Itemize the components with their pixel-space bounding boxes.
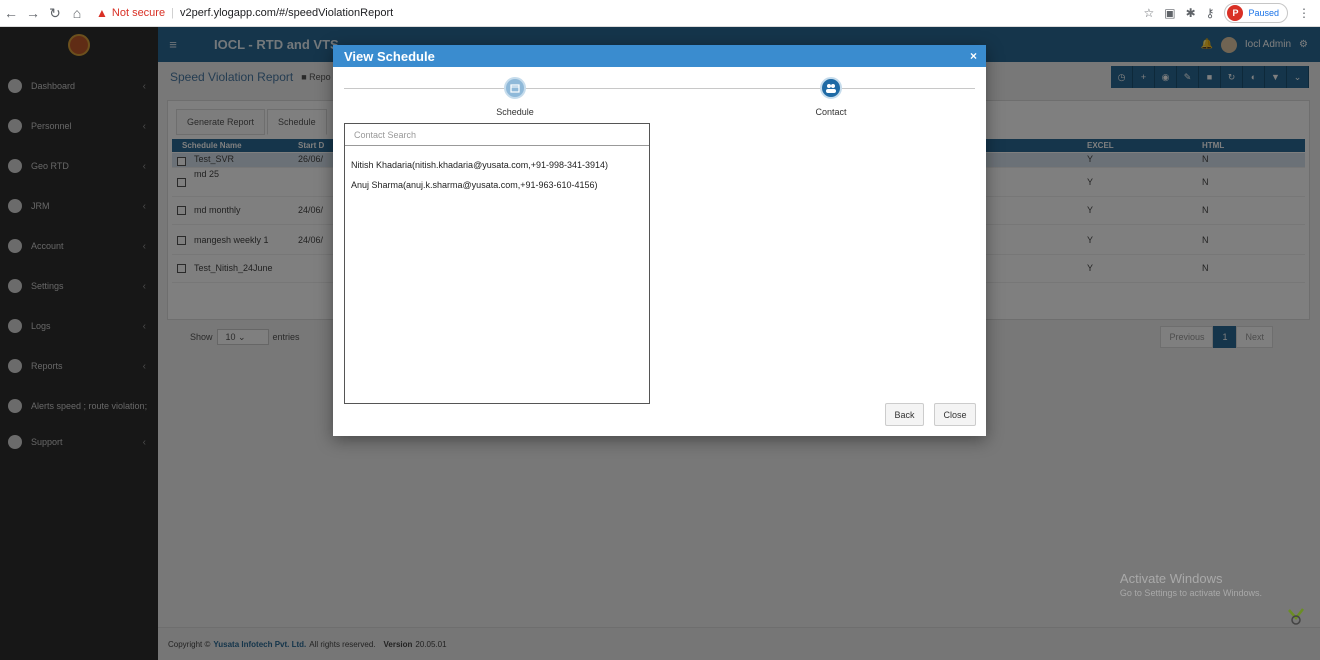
wizard-steps: Schedule Contact	[344, 77, 975, 117]
profile-avatar: P	[1227, 5, 1244, 21]
windows-activation-watermark: Activate Windows Go to Settings to activ…	[1119, 571, 1262, 598]
contact-search-input[interactable]	[345, 124, 649, 146]
star-icon[interactable]: ☆	[1144, 6, 1155, 20]
modal-title: View Schedule	[344, 48, 435, 64]
not-secure-label: Not secure	[111, 7, 166, 19]
view-schedule-modal: View Schedule × Schedule Contact Nitish …	[333, 45, 986, 436]
contact-list: Nitish Khadaria(nitish.khadaria@yusata.c…	[345, 146, 649, 190]
step-schedule-label: Schedule	[496, 107, 534, 117]
back-arrow-icon[interactable]: ←	[0, 5, 22, 21]
close-icon[interactable]: ×	[970, 49, 977, 63]
step-schedule[interactable]: Schedule	[455, 77, 575, 117]
profile-button[interactable]: P Paused	[1224, 3, 1288, 23]
puzzle-icon[interactable]: ✱	[1186, 6, 1196, 20]
key-icon[interactable]: ⚷	[1206, 6, 1215, 20]
contact-panel: Nitish Khadaria(nitish.khadaria@yusata.c…	[344, 123, 650, 404]
list-item[interactable]: Anuj Sharma(anuj.k.sharma@yusata.com,+91…	[351, 180, 643, 190]
yusata-logo-icon	[1286, 606, 1306, 626]
url-text[interactable]: v2perf.ylogapp.com/#/speedViolationRepor…	[180, 7, 393, 19]
warning-icon: ▲	[96, 6, 108, 20]
modal-header: View Schedule ×	[333, 45, 986, 67]
home-icon[interactable]: ⌂	[66, 5, 88, 21]
step-contact[interactable]: Contact	[771, 77, 891, 117]
forward-arrow-icon[interactable]: →	[22, 5, 44, 21]
back-button[interactable]: Back	[885, 403, 924, 426]
users-icon	[820, 77, 842, 99]
extension-icon[interactable]: ▣	[1164, 6, 1175, 20]
paused-label: Paused	[1248, 8, 1279, 18]
list-item[interactable]: Nitish Khadaria(nitish.khadaria@yusata.c…	[351, 160, 643, 170]
calendar-icon	[504, 77, 526, 99]
reload-icon[interactable]: ↻	[44, 5, 66, 22]
menu-dots-icon[interactable]: ⋮	[1298, 6, 1310, 20]
browser-toolbar: ← → ↻ ⌂ ▲ Not secure | v2perf.ylogapp.co…	[0, 0, 1320, 27]
close-button[interactable]: Close	[934, 403, 976, 426]
step-contact-label: Contact	[815, 107, 847, 117]
address-bar[interactable]: ▲ Not secure | v2perf.ylogapp.com/#/spee…	[96, 6, 393, 20]
